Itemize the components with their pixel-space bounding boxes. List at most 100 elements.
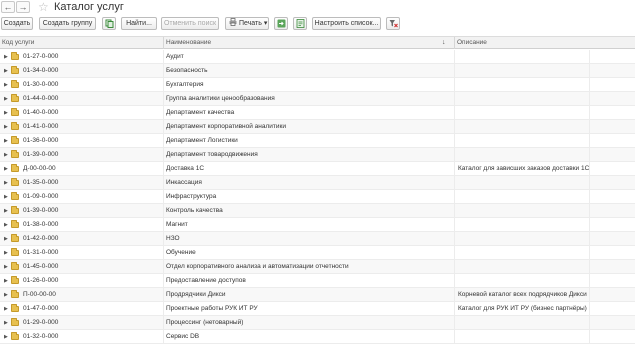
column-header-description[interactable]: Описание — [455, 37, 635, 49]
folder-icon — [11, 178, 19, 186]
table-row[interactable]: ▶ 01-36-0-000 Департамент Логистики — [0, 134, 635, 148]
cell-divider — [454, 162, 455, 176]
expand-arrow-icon[interactable]: ▶ — [4, 176, 8, 190]
cell-divider — [454, 232, 455, 246]
column-header-code[interactable]: Код услуги — [0, 37, 163, 49]
expand-arrow-icon[interactable]: ▶ — [4, 92, 8, 106]
copy-icon-button[interactable] — [102, 17, 116, 30]
table-row[interactable]: ▶ 01-45-0-000 Отдел корпоративного анализа… — [0, 260, 635, 274]
expand-arrow-icon[interactable]: ▶ — [4, 50, 8, 64]
table-row[interactable]: ▶ 01-27-0-000 Аудит — [0, 50, 635, 64]
folder-icon — [11, 80, 19, 88]
service-name: Отдел корпоративного анализа и автоматиз… — [166, 263, 349, 270]
cell-divider — [454, 78, 455, 92]
cell-divider — [589, 330, 590, 344]
cell-divider — [589, 218, 590, 232]
cell-divider — [454, 120, 455, 134]
table-row[interactable]: ▶ 01-29-0-000 Процессинг (нетоварный) — [0, 316, 635, 330]
expand-arrow-icon[interactable]: ▶ — [4, 232, 8, 246]
table-row[interactable]: ▶ 01-35-0-000 Инкассация — [0, 176, 635, 190]
expand-arrow-icon[interactable]: ▶ — [4, 120, 8, 134]
table-row[interactable]: ▶ 01-30-0-000 Бухгалтерия — [0, 78, 635, 92]
service-name: Бухгалтерия — [166, 81, 204, 88]
table-row[interactable]: ▶ 01-38-0-000 Магнит — [0, 218, 635, 232]
expand-arrow-icon[interactable]: ▶ — [4, 274, 8, 288]
cancel-search-button[interactable]: Отменить поиск — [161, 17, 219, 30]
cell-divider — [589, 92, 590, 106]
expand-arrow-icon[interactable]: ▶ — [4, 302, 8, 316]
service-name: Департамент товародвижения — [166, 151, 258, 158]
dropdown-arrow-icon: ▾ — [263, 20, 268, 27]
table-row[interactable]: ▶ 01-40-0-000 Департамент качества — [0, 106, 635, 120]
expand-arrow-icon[interactable]: ▶ — [4, 316, 8, 330]
cell-divider — [163, 232, 164, 246]
expand-arrow-icon[interactable]: ▶ — [4, 288, 8, 302]
service-code: 01-35-0-000 — [23, 179, 59, 186]
expand-arrow-icon[interactable]: ▶ — [4, 218, 8, 232]
expand-arrow-icon[interactable]: ▶ — [4, 106, 8, 120]
cell-divider — [589, 316, 590, 330]
folder-icon — [11, 66, 19, 74]
expand-arrow-icon[interactable]: ▶ — [4, 260, 8, 274]
sort-down-icon: ↓ — [442, 39, 446, 46]
table-row[interactable]: ▶ 01-41-0-000 Департамент корпоративной ан… — [0, 120, 635, 134]
forward-arrow-icon[interactable]: → — [16, 1, 30, 13]
cell-divider — [163, 218, 164, 232]
cell-divider — [454, 106, 455, 120]
cell-divider — [589, 176, 590, 190]
expand-arrow-icon[interactable]: ▶ — [4, 190, 8, 204]
cell-divider — [454, 64, 455, 78]
table-row[interactable]: ▶ 01-42-0-000 НЗО — [0, 232, 635, 246]
table-row[interactable]: ▶ 01-26-0-000 Предоставление доступов — [0, 274, 635, 288]
clear-filter-icon — [389, 20, 398, 28]
service-description: Корневой каталог всех подрядчиков Дикси — [458, 291, 587, 298]
cell-divider — [454, 316, 455, 330]
service-code: 01-41-0-000 — [23, 123, 59, 130]
back-arrow-icon[interactable]: ← — [1, 1, 15, 13]
print-menu-button[interactable]: Печать ▾ — [225, 17, 269, 30]
service-code: 01-32-0-000 — [23, 333, 59, 340]
table-row[interactable]: ▶ 01-39-0-000 Департамент товародвижения — [0, 148, 635, 162]
column-header-name[interactable]: Наименование — [164, 37, 454, 49]
report-icon-button[interactable] — [293, 17, 307, 30]
table-row[interactable]: ▶ 01-32-0-000 Сервис DB — [0, 330, 635, 344]
table-row[interactable]: ▶ 01-09-0-000 Инфраструктура — [0, 190, 635, 204]
table-row[interactable]: ▶ Д-00-00-00 Доставка 1С Каталог для зависш… — [0, 162, 635, 176]
cell-divider — [454, 330, 455, 344]
service-name: НЗО — [166, 235, 180, 242]
table-row[interactable]: ▶ 01-39-0-000 Контроль качества — [0, 204, 635, 218]
cell-divider — [454, 218, 455, 232]
expand-arrow-icon[interactable]: ▶ — [4, 134, 8, 148]
service-code: П-00-00-00 — [23, 291, 56, 298]
copy-icon — [105, 19, 113, 28]
expand-arrow-icon[interactable]: ▶ — [4, 148, 8, 162]
expand-arrow-icon[interactable]: ▶ — [4, 204, 8, 218]
configure-list-button[interactable]: Настроить список... — [312, 17, 381, 30]
expand-arrow-icon[interactable]: ▶ — [4, 246, 8, 260]
find-button[interactable]: Найти... — [121, 17, 157, 30]
cell-divider — [163, 190, 164, 204]
cell-divider — [163, 64, 164, 78]
cell-divider — [454, 288, 455, 302]
clear-filter-icon-button[interactable] — [386, 17, 400, 30]
cell-divider — [589, 162, 590, 176]
expand-arrow-icon[interactable]: ▶ — [4, 78, 8, 92]
table-row[interactable]: ▶ 01-34-0-000 Безопасность — [0, 64, 635, 78]
expand-arrow-icon[interactable]: ▶ — [4, 330, 8, 344]
service-name: Безопасность — [166, 67, 208, 74]
cell-divider — [454, 260, 455, 274]
table-row[interactable]: ▶ П-00-00-00 Продрядчики Дикси Корневой кат… — [0, 288, 635, 302]
expand-arrow-icon[interactable]: ▶ — [4, 162, 8, 176]
create-button[interactable]: Создать — [1, 17, 33, 30]
service-name: Аудит — [166, 53, 184, 60]
table-row[interactable]: ▶ 01-47-0-000 Проектные работы РУК ИТ РУ Ка… — [0, 302, 635, 316]
service-name: Департамент корпоративной аналитики — [166, 123, 286, 130]
favorite-star-icon[interactable]: ☆ — [38, 0, 49, 14]
export-icon-button[interactable] — [274, 17, 288, 30]
cell-divider — [163, 330, 164, 344]
create-group-button[interactable]: Создать группу — [39, 17, 96, 30]
folder-icon — [11, 192, 19, 200]
table-row[interactable]: ▶ 01-44-0-000 Группа аналитики ценообразов… — [0, 92, 635, 106]
table-row[interactable]: ▶ 01-31-0-000 Обучение — [0, 246, 635, 260]
expand-arrow-icon[interactable]: ▶ — [4, 64, 8, 78]
